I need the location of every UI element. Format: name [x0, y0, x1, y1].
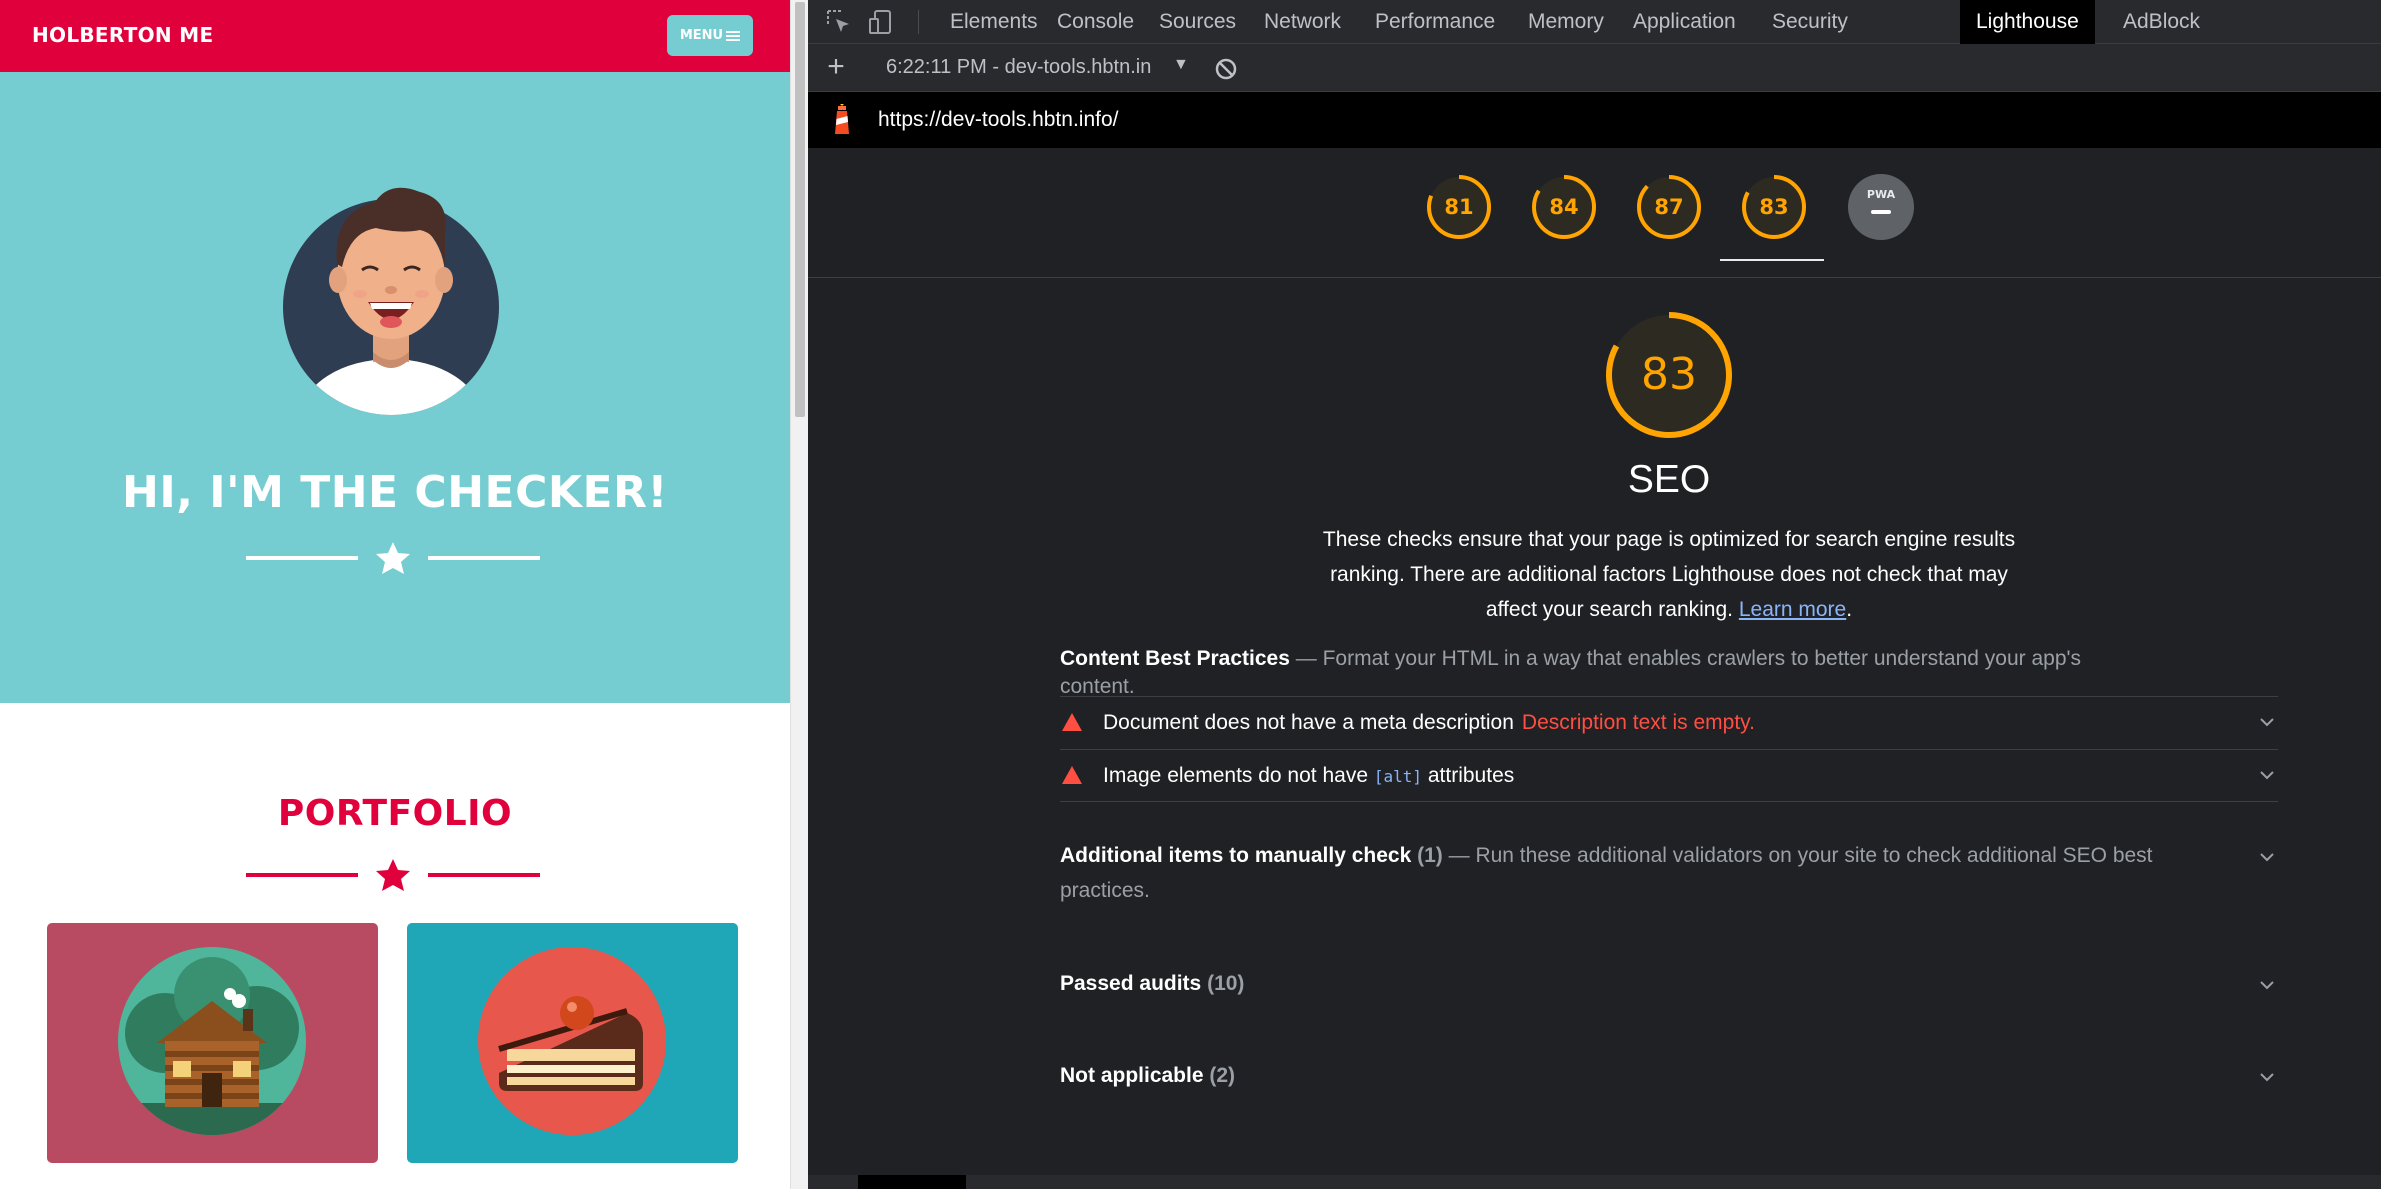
toolbar-divider: [918, 10, 919, 34]
gauge-best-practices[interactable]: 87: [1636, 174, 1702, 240]
devtools-drawer-bar: [808, 1175, 2381, 1189]
cake-slice-icon: [478, 947, 666, 1135]
chevron-down-icon[interactable]: [2258, 976, 2276, 994]
audit-image-alt[interactable]: Image elements do not have [alt] attribu…: [1060, 749, 2278, 802]
portfolio-section: PORTFOLIO: [0, 703, 790, 1189]
audit-title: Image elements do not have [alt] attribu…: [1103, 764, 1514, 788]
section-count: (10): [1207, 972, 1245, 995]
tab-console[interactable]: Console: [1041, 0, 1150, 44]
manual-checks-section[interactable]: Additional items to manually check (1) —…: [1060, 838, 2278, 908]
star-icon: [376, 859, 410, 891]
device-toolbar-icon[interactable]: [866, 7, 896, 37]
report-selector[interactable]: 6:22:11 PM - dev-tools.hbtn.in: [886, 56, 1151, 79]
audit-label-before: Image elements do not have: [1103, 764, 1369, 787]
log-cabin-icon: [118, 947, 306, 1135]
star-divider: [246, 542, 540, 574]
devtools-tabbar: Elements Console Sources Network Perform…: [808, 0, 2381, 44]
section-count: (1): [1417, 844, 1443, 867]
star-icon: [376, 542, 410, 574]
audit-group-header: Content Best Practices — Format your HTM…: [1060, 645, 2100, 701]
chevron-down-icon[interactable]: [2258, 848, 2276, 866]
tab-sources[interactable]: Sources: [1143, 0, 1252, 44]
tab-security[interactable]: Security: [1756, 0, 1864, 44]
tab-performance[interactable]: Performance: [1359, 0, 1511, 44]
new-report-button[interactable]: +: [818, 50, 854, 86]
audit-error: Description text is empty.: [1521, 711, 1755, 734]
passed-audits-section[interactable]: Passed audits (10): [1060, 966, 2278, 1001]
hero-title: HI, I'M THE CHECKER!: [122, 467, 668, 518]
chevron-down-icon[interactable]: [2258, 713, 2276, 731]
section-title: Not applicable: [1060, 1064, 1204, 1087]
inspect-element-icon[interactable]: [824, 7, 854, 37]
site-navbar: HOLBERTON ME MENU: [0, 0, 790, 72]
avatar: [283, 187, 499, 415]
section-separator: —: [1448, 844, 1470, 867]
gauge-score: 81: [1444, 195, 1474, 219]
gauge-score: 83: [1759, 195, 1789, 219]
portfolio-card-cake[interactable]: [407, 923, 738, 1163]
group-title: Content Best Practices: [1060, 647, 1290, 670]
section-count: (2): [1209, 1064, 1236, 1087]
description-end: .: [1846, 598, 1853, 621]
lighthouse-toolbar: + 6:22:11 PM - dev-tools.hbtn.in ▼: [808, 44, 2381, 92]
menu-button[interactable]: MENU: [667, 15, 753, 56]
tab-lighthouse[interactable]: Lighthouse: [1960, 0, 2095, 44]
category-gauges: 81 84 87 83 PWA: [808, 148, 2381, 278]
active-gauge-indicator: [1720, 259, 1824, 261]
drawer-tab[interactable]: [858, 1175, 966, 1189]
tab-application[interactable]: Application: [1617, 0, 1752, 44]
audit-meta-description[interactable]: Document does not have a meta descriptio…: [1060, 696, 2278, 749]
tab-memory[interactable]: Memory: [1512, 0, 1620, 44]
tab-adblock[interactable]: AdBlock: [2107, 0, 2216, 44]
audit-label: Document does not have a meta descriptio…: [1103, 711, 1514, 734]
site-brand[interactable]: HOLBERTON ME: [32, 23, 213, 47]
gauge-accessibility[interactable]: 84: [1531, 174, 1597, 240]
menu-label: MENU: [679, 28, 724, 43]
section-title: Additional items to manually check: [1060, 844, 1412, 867]
tab-elements[interactable]: Elements: [934, 0, 1054, 44]
portfolio-card-cabin[interactable]: [47, 923, 378, 1163]
gauge-score: 84: [1549, 195, 1579, 219]
chevron-down-icon[interactable]: [2258, 766, 2276, 784]
learn-more-link[interactable]: Learn more: [1739, 598, 1846, 621]
seo-score: 83: [1641, 349, 1697, 400]
description-text: These checks ensure that your page is op…: [1322, 528, 2016, 621]
audit-title: Document does not have a meta descriptio…: [1103, 711, 1755, 735]
fail-triangle-icon: [1062, 766, 1082, 784]
portfolio-title: PORTFOLIO: [277, 793, 513, 834]
tab-network[interactable]: Network: [1248, 0, 1357, 44]
group-separator: —: [1295, 647, 1317, 670]
pwa-dash: [1871, 210, 1891, 214]
report-url-bar: https://dev-tools.hbtn.info/: [808, 92, 2381, 148]
audit-code: [alt]: [1373, 767, 1423, 786]
fail-triangle-icon: [1062, 713, 1082, 731]
audit-label-after: attributes: [1427, 764, 1515, 787]
hero-section: HI, I'M THE CHECKER!: [0, 72, 790, 703]
scrollbar-thumb[interactable]: [795, 2, 805, 417]
gauge-pwa[interactable]: PWA: [1848, 174, 1914, 240]
chevron-down-icon[interactable]: [2258, 1068, 2276, 1086]
category-title: SEO: [1627, 458, 1711, 501]
category-description: These checks ensure that your page is op…: [1313, 522, 2025, 627]
clear-all-icon[interactable]: [1214, 57, 1238, 81]
not-applicable-section[interactable]: Not applicable (2): [1060, 1058, 2278, 1093]
lighthouse-logo-icon: [835, 104, 849, 134]
report-url[interactable]: https://dev-tools.hbtn.info/: [878, 108, 1118, 132]
gauge-seo[interactable]: 83: [1741, 174, 1807, 240]
website-scrollbar[interactable]: [790, 0, 808, 1189]
pwa-label: PWA: [1866, 188, 1896, 201]
devtools-panel: Elements Console Sources Network Perform…: [808, 0, 2381, 1189]
section-title: Passed audits: [1060, 972, 1202, 995]
gauge-score: 87: [1654, 195, 1684, 219]
lighthouse-report: 81 84 87 83 PWA 83 SEO These checks ensu…: [808, 148, 2381, 1189]
star-divider: [246, 859, 540, 891]
hamburger-icon: [726, 30, 741, 41]
gauge-performance[interactable]: 81: [1426, 174, 1492, 240]
caret-down-icon[interactable]: ▼: [1173, 56, 1189, 74]
website-viewport: HOLBERTON ME MENU HI, I'M THE CHECKER! P…: [0, 0, 790, 1189]
